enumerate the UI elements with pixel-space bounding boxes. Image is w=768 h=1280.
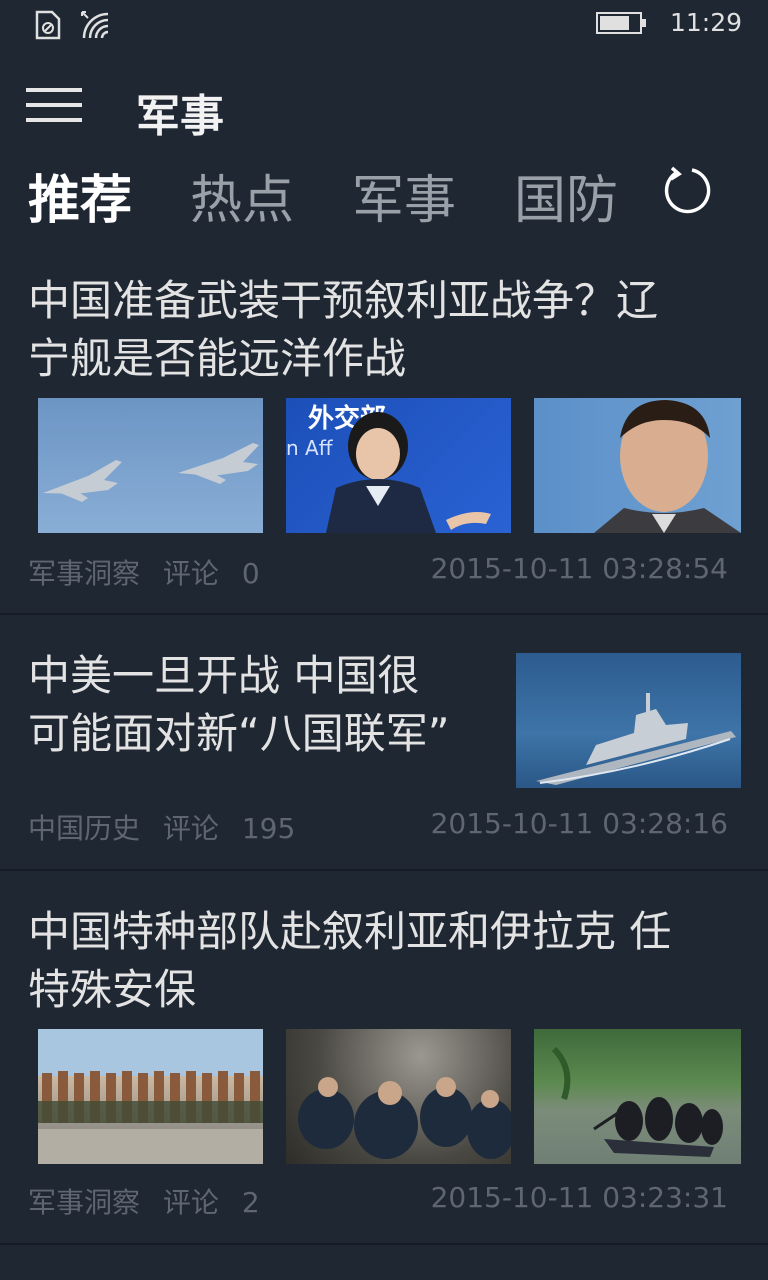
- news-thumbnail[interactable]: 外交部 n Aff: [286, 398, 511, 533]
- news-thumbnail[interactable]: [38, 398, 263, 533]
- comment-label: 评论: [162, 557, 219, 590]
- status-bar: 11:29: [0, 0, 768, 50]
- battery-icon: [595, 11, 646, 34]
- fighter-jet-icon: [43, 443, 259, 502]
- soldiers-boat-figure: [551, 1046, 723, 1157]
- refresh-icon[interactable]: [662, 164, 714, 216]
- news-source[interactable]: 中国历史: [28, 812, 140, 845]
- news-thumbnail[interactable]: [516, 653, 741, 788]
- wifi-icon: [81, 11, 109, 39]
- news-item[interactable]: 中美一旦开战 中国很 可能面对新“八国联军” 中国历史 评论 195 2015-…: [0, 615, 768, 871]
- sim-card-icon: [35, 10, 61, 40]
- news-item[interactable]: 中国特种部队赴叙利亚和伊拉克 任 特殊安保 军事洞察 评论 2 2015-10-…: [0, 871, 768, 1245]
- news-thumbnail[interactable]: [38, 1029, 263, 1164]
- hamburger-menu-icon[interactable]: [26, 88, 82, 128]
- news-thumbnail[interactable]: [286, 1029, 511, 1164]
- news-title[interactable]: 中国特种部队赴叙利亚和伊拉克 任 特殊安保: [28, 903, 748, 1019]
- news-source[interactable]: 军事洞察: [28, 557, 140, 590]
- category-tabs: 推荐 热点 军事 国防: [0, 150, 768, 240]
- tab-hot[interactable]: 热点: [190, 158, 294, 233]
- news-meta: 军事洞察 评论 2: [28, 1181, 260, 1221]
- news-source[interactable]: 军事洞察: [28, 1186, 140, 1219]
- news-thumbnail[interactable]: [534, 398, 741, 533]
- news-item[interactable]: 中国准备武装干预叙利亚战争？辽 宁舰是否能远洋作战 外交部 n Aff 军事洞察…: [0, 242, 768, 615]
- comment-count: 195: [241, 812, 296, 845]
- clock: 11:29: [669, 8, 742, 37]
- tab-military[interactable]: 军事: [352, 158, 456, 233]
- tab-defense[interactable]: 国防: [514, 158, 618, 233]
- comment-label: 评论: [162, 1186, 219, 1219]
- news-date: 2015-10-11 03:28:16: [430, 807, 728, 840]
- tab-recommend[interactable]: 推荐: [28, 158, 132, 233]
- comment-count: 0: [241, 557, 260, 590]
- news-meta: 中国历史 评论 195: [28, 807, 295, 847]
- news-date: 2015-10-11 03:23:31: [430, 1181, 728, 1214]
- destroyer-ship-icon: [536, 693, 736, 785]
- news-title[interactable]: 中美一旦开战 中国很 可能面对新“八国联军”: [28, 647, 498, 763]
- news-title[interactable]: 中国准备武装干预叙利亚战争？辽 宁舰是否能远洋作战: [28, 272, 748, 388]
- comment-label: 评论: [162, 812, 219, 845]
- app-bar: 军事: [0, 70, 768, 150]
- soldiers-training-figure: [298, 1077, 511, 1159]
- comment-count: 2: [241, 1186, 260, 1219]
- news-date: 2015-10-11 03:28:54: [430, 552, 728, 585]
- soldiers-lineup-figure: [38, 1071, 263, 1164]
- spokeswoman-figure: [326, 412, 491, 533]
- page-title: 军事: [136, 91, 224, 142]
- news-meta: 军事洞察 评论 0: [28, 552, 260, 592]
- news-feed: 中国准备武装干预叙利亚战争？辽 宁舰是否能远洋作战 外交部 n Aff 军事洞察…: [0, 242, 768, 1245]
- news-thumbnail[interactable]: [534, 1029, 741, 1164]
- portrait-figure: [594, 400, 741, 533]
